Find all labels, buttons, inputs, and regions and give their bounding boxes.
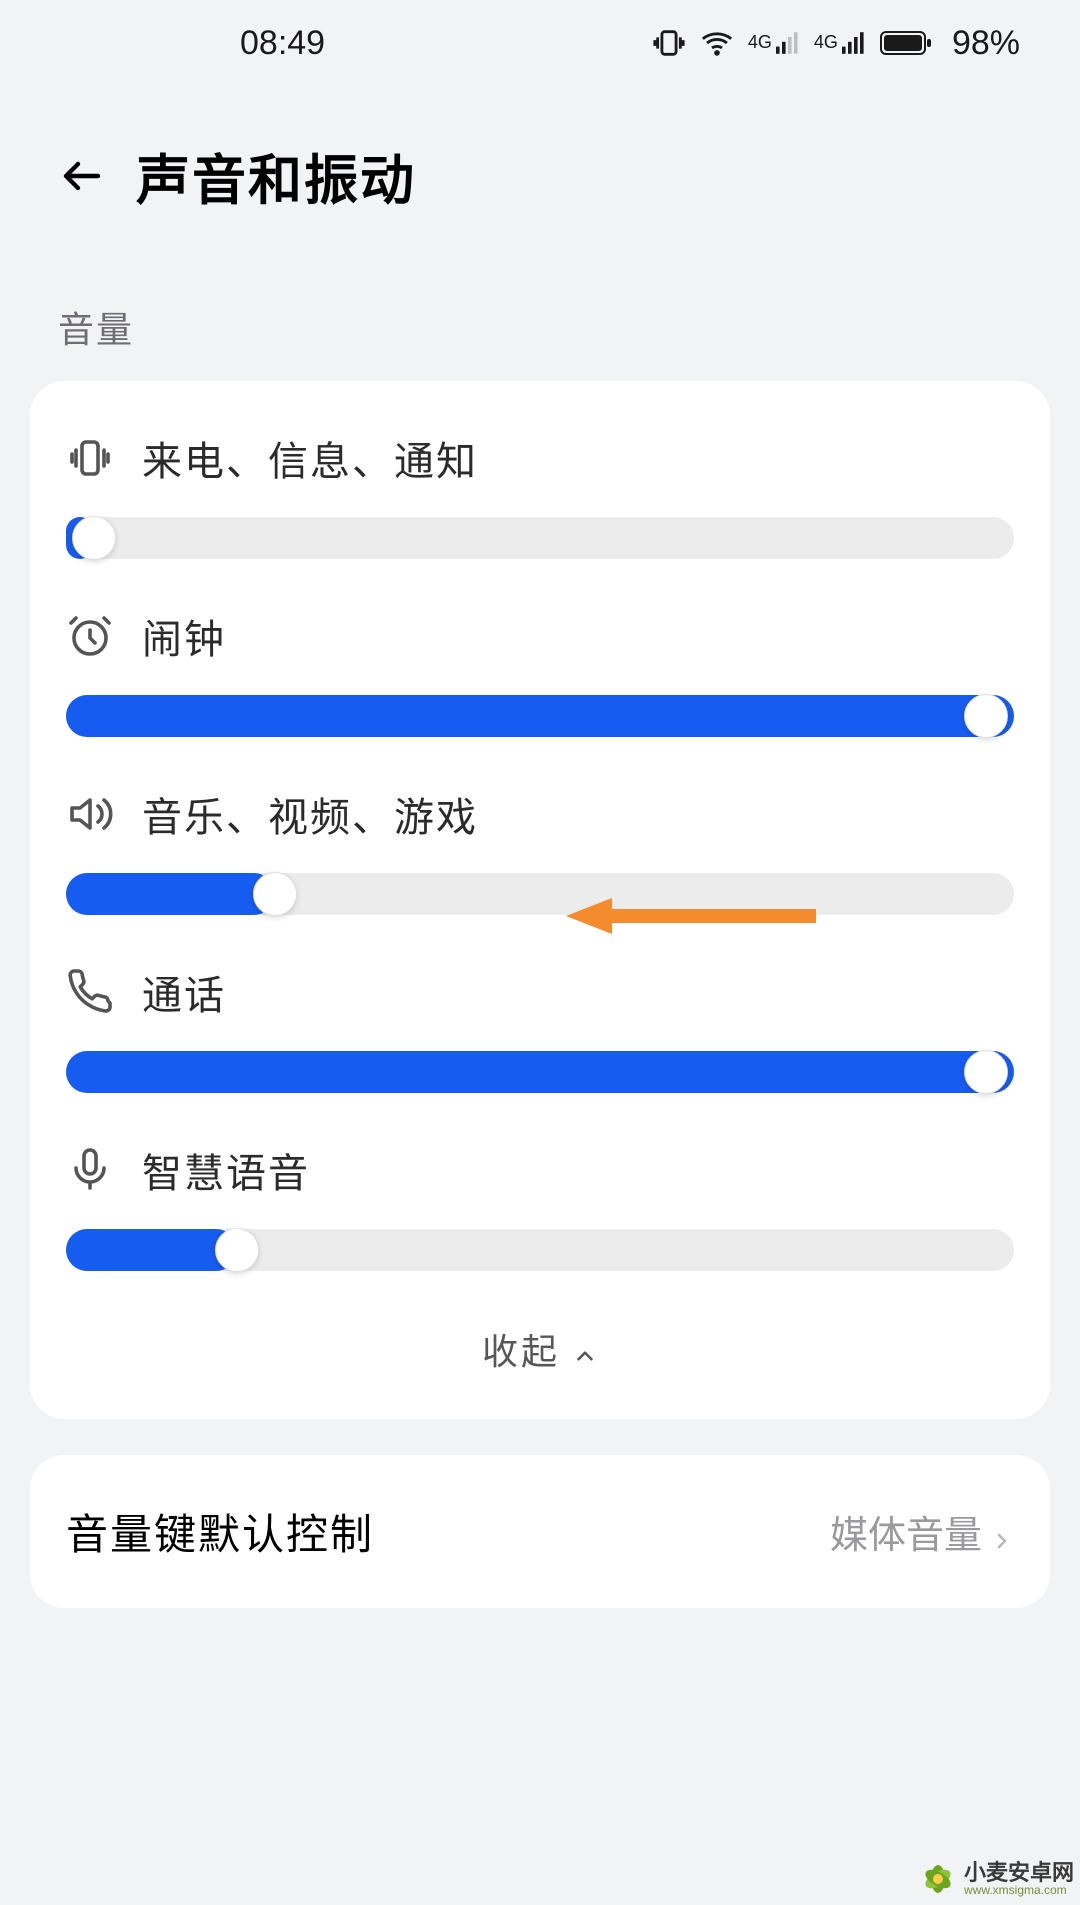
- volume-row-ringtone: 来电、信息、通知: [30, 405, 1050, 583]
- vibrate-icon: [652, 26, 686, 60]
- vibrate-icon: [66, 434, 114, 482]
- default-control-value: 媒体音量: [830, 1504, 982, 1559]
- chevron-right-icon: [990, 1520, 1014, 1544]
- watermark-url: www.xmsigma.com: [964, 1884, 1067, 1896]
- battery-icon: [880, 30, 932, 56]
- collapse-button[interactable]: 收起: [30, 1295, 1050, 1399]
- back-button[interactable]: [58, 152, 106, 200]
- status-right: 4G 4G 98%: [652, 24, 1020, 63]
- signal-4g-2-icon: 4G: [814, 32, 866, 54]
- chevron-up-icon: [572, 1336, 598, 1362]
- volume-label-media: 音乐、视频、游戏: [142, 785, 478, 843]
- volume-row-voice: 智慧语音: [30, 1117, 1050, 1295]
- watermark-name: 小麦安卓网: [964, 1862, 1074, 1884]
- page-title: 声音和振动: [136, 136, 416, 215]
- signal-4g-1-icon: 4G: [748, 32, 800, 54]
- default-control-label: 音量键默认控制: [66, 1501, 374, 1562]
- status-time: 08:49: [240, 24, 325, 63]
- status-bar: 08:49 4G 4G 98%: [0, 0, 1080, 86]
- mic-icon: [66, 1146, 114, 1194]
- volume-label-alarm: 闹钟: [142, 607, 226, 665]
- volume-card: 来电、信息、通知 闹钟 音乐、视频、游戏: [30, 381, 1050, 1419]
- slider-media[interactable]: [66, 873, 1014, 915]
- volume-row-alarm: 闹钟: [30, 583, 1050, 761]
- volume-row-media: 音乐、视频、游戏: [30, 761, 1050, 939]
- annotation-arrow: [566, 895, 816, 942]
- phone-icon: [66, 968, 114, 1016]
- speaker-icon: [66, 790, 114, 838]
- default-control-card: 音量键默认控制 媒体音量: [30, 1455, 1050, 1608]
- slider-ringtone[interactable]: [66, 517, 1014, 559]
- page-header: 声音和振动: [0, 86, 1080, 245]
- slider-alarm[interactable]: [66, 695, 1014, 737]
- volume-label-call: 通话: [142, 963, 226, 1021]
- volume-label-voice: 智慧语音: [142, 1141, 310, 1199]
- watermark: 小麦安卓网 www.xmsigma.com: [918, 1859, 1074, 1899]
- battery-percent: 98%: [952, 24, 1020, 63]
- slider-voice[interactable]: [66, 1229, 1014, 1271]
- collapse-label: 收起: [482, 1323, 560, 1375]
- section-label-volume: 音量: [0, 245, 1080, 381]
- wifi-icon: [700, 26, 734, 60]
- default-control-row[interactable]: 音量键默认控制 媒体音量: [30, 1455, 1050, 1608]
- watermark-logo-icon: [918, 1859, 958, 1899]
- slider-call[interactable]: [66, 1051, 1014, 1093]
- volume-row-call: 通话: [30, 939, 1050, 1117]
- alarm-icon: [66, 612, 114, 660]
- volume-label-ringtone: 来电、信息、通知: [142, 429, 478, 487]
